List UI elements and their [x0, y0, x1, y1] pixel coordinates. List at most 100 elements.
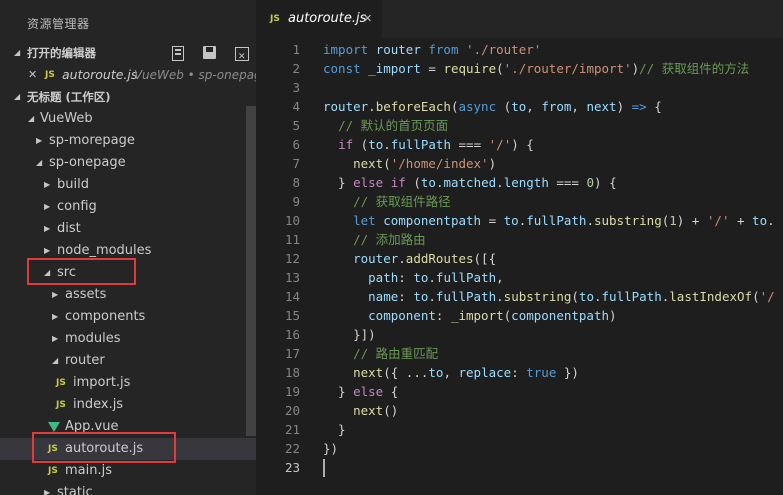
open-editors-label: 打开的编辑器: [27, 46, 96, 60]
js-file-icon: JS: [48, 444, 58, 454]
tree-file[interactable]: JS main.js: [0, 460, 256, 482]
line-number: 6: [292, 137, 300, 152]
tree-item-label: index.js: [73, 397, 124, 412]
tree-file[interactable]: JS index.js: [0, 394, 256, 416]
tree-folder[interactable]: ▶ modules: [0, 328, 256, 350]
tree-folder[interactable]: ▶ sp-morepage: [0, 130, 256, 152]
code-line: name: to.fullPath.substring(to.fullPath.…: [368, 289, 775, 304]
open-editor-item[interactable]: ✕ JS autoroute.js VueWeb • sp-onepag...: [0, 64, 256, 86]
code-line: // 获取组件路径: [353, 194, 451, 209]
tree-folder[interactable]: ▶ assets: [0, 284, 256, 306]
code-area[interactable]: import router from './router' const _impo…: [323, 40, 783, 477]
open-editors-actions: [158, 45, 250, 68]
tree-item-label: router: [65, 353, 105, 368]
tree-item-label: modules: [65, 331, 121, 346]
chevron-right-icon: ▶: [52, 334, 59, 343]
tree-folder[interactable]: ◢ src: [0, 262, 256, 284]
tree-file[interactable]: JS autoroute.js: [0, 438, 256, 460]
line-number: 20: [284, 403, 300, 418]
code-line: next('/home/index'): [353, 156, 497, 171]
tree-folder[interactable]: ▶ static: [0, 482, 256, 495]
chevron-right-icon: ▶: [52, 290, 59, 299]
code-line: } else {: [323, 384, 399, 399]
tree-folder[interactable]: ▶ node_modules: [0, 240, 256, 262]
line-number: 23: [284, 460, 300, 475]
line-number: 21: [284, 422, 300, 437]
code-line: }: [323, 422, 346, 437]
tree-item-label: assets: [65, 287, 107, 302]
line-number: 4: [292, 99, 300, 114]
line-number: 10: [284, 213, 300, 228]
line-number: 15: [284, 308, 300, 323]
close-icon[interactable]: ✕: [363, 0, 372, 38]
code-line: }): [323, 441, 339, 456]
tree-item-label: main.js: [65, 463, 112, 478]
tree-file[interactable]: JS import.js: [0, 372, 256, 394]
tree-item-label: node_modules: [57, 243, 152, 258]
close-icon[interactable]: ✕: [28, 64, 37, 86]
chevron-right-icon: ▶: [52, 312, 59, 321]
tree-folder[interactable]: ◢ VueWeb: [0, 108, 256, 130]
chevron-right-icon: ▶: [44, 488, 51, 495]
code-line: // 默认的首页页面: [338, 118, 449, 133]
tree-item-label: components: [65, 309, 146, 324]
js-file-icon: JS: [56, 378, 66, 388]
close-all-icon[interactable]: [234, 45, 250, 68]
code-line: import router from './router': [323, 42, 542, 57]
tree-item-label: static: [57, 485, 93, 495]
save-all-icon[interactable]: [202, 45, 218, 61]
tree-folder[interactable]: ▶ config: [0, 196, 256, 218]
tree-folder[interactable]: ▶ components: [0, 306, 256, 328]
chevron-down-icon: ◢: [36, 158, 43, 167]
line-number: 9: [292, 194, 300, 209]
line-number: 8: [292, 175, 300, 190]
line-number-gutter: 1 2 3 4 5 6 7 8 9 10 11 12 13 14 15 16 17 18 19 20 21 22 23: [256, 40, 300, 477]
js-file-icon: JS: [56, 400, 66, 410]
chevron-down-icon: ◢: [44, 268, 51, 277]
vue-file-icon: [48, 416, 60, 440]
tree-folder[interactable]: ◢ router: [0, 350, 256, 372]
workspace-label: 无标题 (工作区): [27, 90, 111, 104]
line-number: 17: [284, 346, 300, 361]
tree-folder[interactable]: ▶ build: [0, 174, 256, 196]
chevron-right-icon: ▶: [36, 136, 43, 145]
chevron-down-icon: ◢: [28, 114, 35, 123]
text-cursor: [323, 459, 325, 477]
code-line: // 添加路由: [353, 232, 426, 247]
code-line: let componentpath = to.fullPath.substrin…: [353, 213, 775, 228]
code-line: router.beforeEach(async (to, from, next)…: [323, 99, 662, 114]
tree-folder[interactable]: ▶ dist: [0, 218, 256, 240]
tree-file[interactable]: App.vue: [0, 416, 256, 438]
chevron-down-icon: ◢: [52, 356, 59, 365]
tree-item-label: dist: [57, 221, 81, 236]
workspace-header[interactable]: ◢ 无标题 (工作区): [0, 86, 256, 108]
line-number: 19: [284, 384, 300, 399]
tree-folder[interactable]: ◢ sp-onepage: [0, 152, 256, 174]
tab-label: autoroute.js: [288, 11, 367, 26]
line-number: 11: [284, 232, 300, 247]
tree-item-label: src: [57, 265, 76, 280]
code-line: component: _import(componentpath): [368, 308, 617, 323]
line-number: 16: [284, 327, 300, 342]
tab-autoroute[interactable]: JS autoroute.js ✕: [256, 0, 382, 38]
code-line: path: to.fullPath,: [368, 270, 504, 285]
explorer-sidebar: 资源管理器 ◢ 打开的编辑器 ✕ JS autoroute.js VueWeb …: [0, 0, 256, 495]
code-editor[interactable]: 1 2 3 4 5 6 7 8 9 10 11 12 13 14 15 16 17 18 19 20 21 22 23 im…: [256, 38, 783, 495]
open-editor-description: VueWeb • sp-onepag...: [134, 68, 256, 82]
code-line: next(): [353, 403, 399, 418]
new-file-icon[interactable]: [170, 45, 186, 61]
tree-item-label: import.js: [73, 375, 131, 390]
open-editor-filename: autoroute.js: [62, 67, 138, 82]
tree-item-label: build: [57, 177, 89, 192]
js-file-icon: JS: [48, 466, 58, 476]
line-number: 14: [284, 289, 300, 304]
code-line: next({ ...to, replace: true }): [353, 365, 579, 380]
chevron-right-icon: ▶: [44, 246, 51, 255]
chevron-down-icon: ◢: [14, 48, 21, 57]
sidebar-scrollbar[interactable]: [246, 106, 256, 436]
open-editors-header[interactable]: ◢ 打开的编辑器: [0, 42, 256, 68]
chevron-right-icon: ▶: [44, 180, 51, 189]
line-number: 1: [292, 42, 300, 57]
